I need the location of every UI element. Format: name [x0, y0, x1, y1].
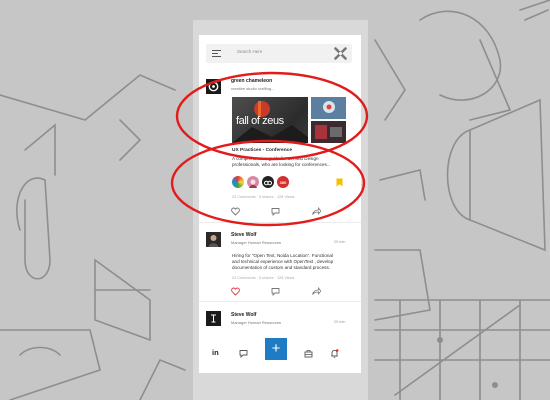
- post-author[interactable]: Steve Wolf: [231, 232, 256, 238]
- post-image-thumb[interactable]: [311, 97, 346, 119]
- post-text-line: documentation of custom and standard pro…: [232, 265, 331, 270]
- post-time: 20 min: [334, 320, 346, 324]
- participant-avatar[interactable]: 300: [277, 176, 289, 188]
- add-post-button[interactable]: +: [265, 338, 287, 360]
- app-screen: Search Here green chameleon creative stu…: [199, 35, 361, 373]
- post-stats: 22 Comments · 3 shares · 128 Views: [232, 195, 295, 199]
- post-subtitle: Manager Human Resources: [231, 240, 282, 245]
- post-image-thumb[interactable]: [311, 121, 346, 143]
- post-text-line: professionals, who are looking for confe…: [232, 162, 331, 167]
- avatar[interactable]: [206, 311, 221, 326]
- like-icon[interactable]: [231, 207, 240, 216]
- participant-badge-text: 300: [279, 179, 287, 185]
- post-subtitle: creative studio crafting...: [231, 86, 275, 91]
- bookmark-icon[interactable]: [335, 178, 344, 187]
- post-divider: [199, 222, 361, 223]
- post-divider: [199, 301, 361, 302]
- search-input[interactable]: Search Here: [237, 49, 262, 54]
- image-headline: fall of zeus: [236, 115, 284, 127]
- jobs-icon[interactable]: [304, 349, 313, 358]
- post-author[interactable]: Steve Wolf: [231, 312, 256, 318]
- comment-icon[interactable]: [271, 207, 280, 216]
- messages-icon[interactable]: [239, 349, 248, 358]
- search-bar[interactable]: Search Here: [206, 44, 352, 63]
- share-icon[interactable]: [312, 207, 321, 216]
- share-icon[interactable]: [312, 287, 321, 296]
- participant-avatar[interactable]: [247, 176, 259, 188]
- post-time: 20 min: [334, 240, 346, 244]
- post-author[interactable]: green chameleon: [231, 78, 272, 84]
- avatar[interactable]: [206, 79, 221, 94]
- notifications-icon[interactable]: [330, 349, 339, 358]
- menu-icon[interactable]: [212, 49, 221, 58]
- green-chameleon-logo-icon: [208, 81, 219, 92]
- home-nav-button[interactable]: in: [212, 348, 219, 357]
- comment-icon[interactable]: [271, 287, 280, 296]
- post-stats: 22 Comments · 3 shares · 128 Views: [232, 276, 295, 280]
- post-title[interactable]: UX Practices - Conference: [232, 148, 292, 153]
- post-image-main[interactable]: fall of zeus: [232, 97, 308, 143]
- participant-avatar[interactable]: [232, 176, 244, 188]
- app-logo-icon: [334, 47, 347, 60]
- like-icon[interactable]: [231, 287, 240, 296]
- avatar[interactable]: [206, 232, 221, 247]
- post-subtitle: Manager Human Resources: [231, 320, 282, 325]
- participant-avatar[interactable]: [262, 176, 274, 188]
- bottom-navigation: in +: [199, 335, 361, 373]
